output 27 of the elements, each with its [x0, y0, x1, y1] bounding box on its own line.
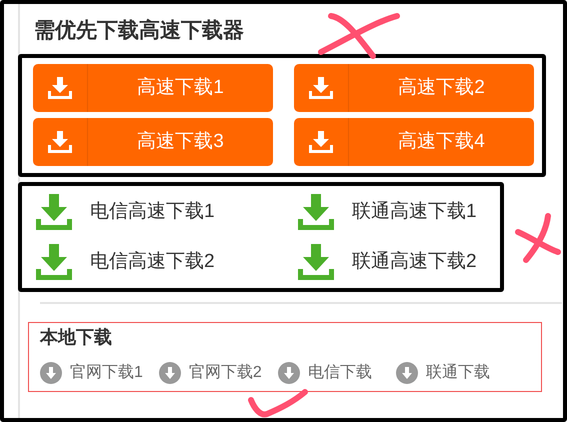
download-link[interactable]: 官网下载2 — [158, 361, 262, 385]
download-link[interactable]: 电信高速下载1 — [36, 192, 298, 232]
cross-mark — [512, 212, 562, 266]
download-link[interactable]: 联通高速下载1 — [298, 192, 498, 232]
download-link[interactable]: 电信下载 — [278, 361, 372, 385]
download-button[interactable]: 高速下载2 — [294, 64, 534, 112]
download-icon — [36, 244, 72, 280]
download-icon — [396, 362, 418, 384]
download-link[interactable]: 联通下载 — [396, 361, 490, 385]
download-icon — [309, 131, 333, 153]
download-icon — [298, 194, 334, 230]
download-link[interactable]: 电信高速下载2 — [36, 242, 298, 282]
download-icon — [40, 362, 62, 384]
download-icon — [48, 77, 72, 99]
download-icon — [48, 131, 72, 153]
download-button[interactable]: 高速下载4 — [294, 118, 534, 166]
download-button[interactable]: 高速下载1 — [33, 64, 273, 112]
section-heading: 本地下载 — [40, 326, 112, 349]
download-link[interactable]: 官网下载1 — [40, 361, 143, 385]
download-icon — [158, 362, 181, 384]
download-icon — [309, 77, 333, 99]
download-icon — [298, 244, 334, 280]
download-icon — [36, 194, 72, 230]
section-heading: 需优先下载高速下载器 — [34, 18, 245, 44]
download-link[interactable]: 联通高速下载2 — [298, 242, 498, 282]
download-icon — [278, 362, 300, 384]
download-button[interactable]: 高速下载3 — [33, 118, 273, 166]
